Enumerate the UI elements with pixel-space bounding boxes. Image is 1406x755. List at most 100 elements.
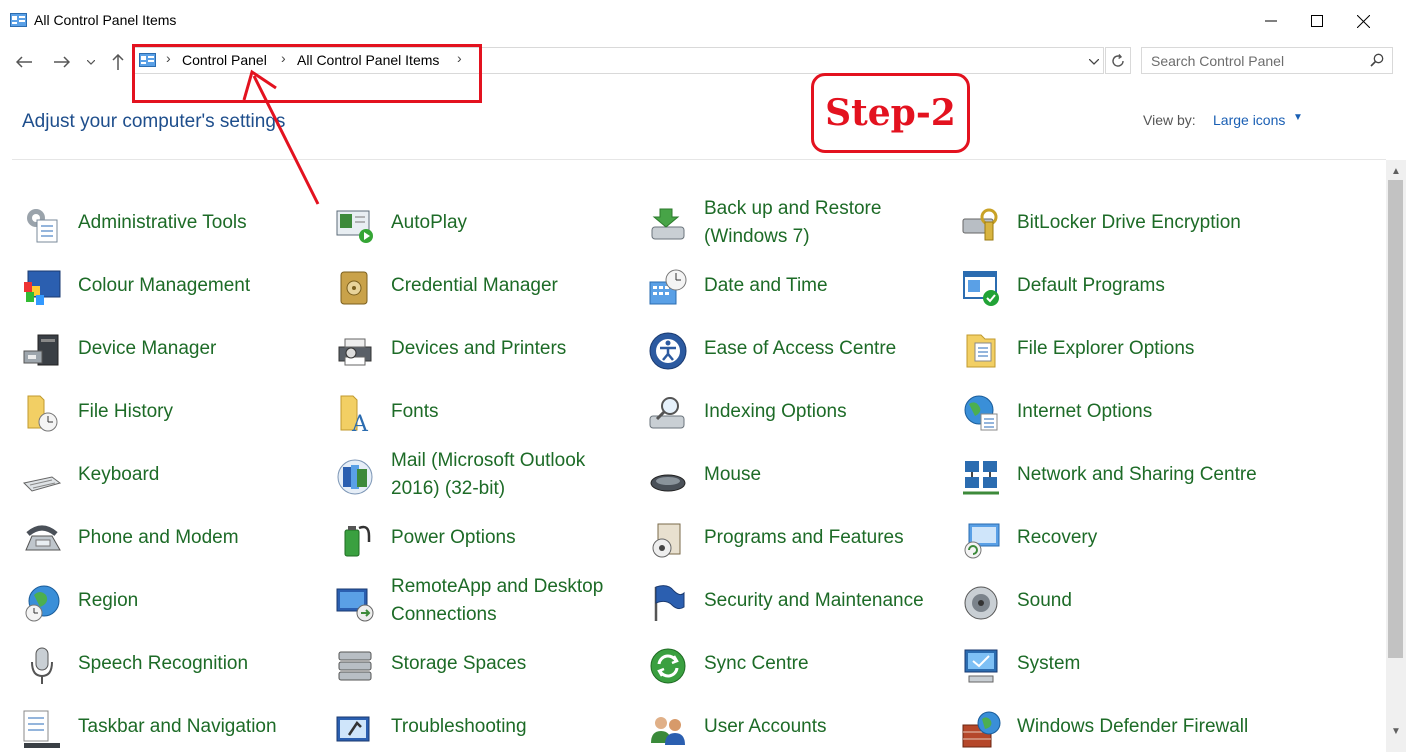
network-sharing-icon: [963, 461, 999, 495]
speech-recognition-icon: [31, 647, 53, 684]
item-sync-centre[interactable]: Sync Centre: [648, 636, 948, 692]
item-label: Recovery: [1017, 527, 1098, 548]
item-default-programs[interactable]: Default Programs: [961, 258, 1261, 314]
item-speech-recognition[interactable]: Speech Recognition: [22, 636, 322, 692]
device-manager-icon: [23, 334, 59, 366]
item-label: Windows Defender Firewall: [1017, 716, 1249, 737]
item-label: Date and Time: [704, 275, 828, 296]
item-colour-management[interactable]: Colour Management: [22, 258, 322, 314]
item-credential-manager[interactable]: Credential Manager: [335, 258, 635, 314]
up-button[interactable]: [106, 50, 130, 74]
file-history-icon: [27, 395, 58, 432]
caret-down-icon[interactable]: ▼: [1293, 112, 1303, 123]
item-remoteapp[interactable]: RemoteApp and Desktop Connections: [335, 573, 635, 629]
item-label: Network and Sharing Centre: [1017, 464, 1257, 485]
item-sound[interactable]: Sound: [961, 573, 1261, 629]
item-label: Credential Manager: [391, 275, 558, 296]
bitlocker-icon: [962, 208, 998, 241]
view-by-dropdown[interactable]: Large icons: [1213, 112, 1285, 128]
item-label: File Explorer Options: [1017, 338, 1195, 359]
item-troubleshooting[interactable]: Troubleshooting: [335, 699, 635, 755]
item-bitlocker[interactable]: BitLocker Drive Encryption: [961, 195, 1261, 251]
up-arrow-icon: [112, 54, 124, 70]
item-phone-modem[interactable]: Phone and Modem: [22, 510, 322, 566]
item-label: Device Manager: [78, 338, 217, 359]
item-label: Security and Maintenance: [704, 590, 924, 611]
file-explorer-options-icon: [966, 334, 996, 368]
phone-modem-icon: [25, 525, 61, 551]
item-mouse[interactable]: Mouse: [648, 447, 948, 503]
scrollbar-thumb[interactable]: [1388, 180, 1403, 658]
item-internet-options[interactable]: Internet Options: [961, 384, 1261, 440]
item-device-manager[interactable]: Device Manager: [22, 321, 322, 377]
svg-text:A: A: [351, 412, 369, 434]
default-programs-icon: [963, 271, 999, 306]
maximize-button[interactable]: [1294, 0, 1340, 42]
item-label: Phone and Modem: [78, 527, 239, 548]
back-button[interactable]: [12, 50, 36, 74]
minimize-button[interactable]: [1248, 0, 1294, 42]
item-label: Sync Centre: [704, 653, 809, 674]
item-autoplay[interactable]: AutoPlay: [335, 195, 635, 251]
address-dropdown-button[interactable]: [1084, 50, 1104, 74]
item-label: Keyboard: [78, 464, 160, 485]
sound-icon: [964, 586, 998, 620]
item-network-sharing[interactable]: Network and Sharing Centre: [961, 447, 1261, 503]
item-devices-printers[interactable]: Devices and Printers: [335, 321, 635, 377]
region-icon: [25, 585, 60, 622]
minimize-icon: [1265, 20, 1277, 22]
mail-icon: [337, 459, 373, 495]
item-label: Speech Recognition: [78, 653, 249, 674]
item-keyboard[interactable]: Keyboard: [22, 447, 322, 503]
firewall-icon: [962, 711, 1001, 748]
item-backup-restore[interactable]: Back up and Restore (Windows 7): [648, 195, 948, 251]
item-fonts[interactable]: A Fonts: [335, 384, 635, 440]
search-box[interactable]: [1141, 47, 1393, 74]
item-date-time[interactable]: Date and Time: [648, 258, 948, 314]
power-options-icon: [344, 525, 371, 557]
item-mail[interactable]: Mail (Microsoft Outlook 2016) (32-bit): [335, 447, 635, 503]
divider: [12, 159, 1386, 160]
item-indexing-options[interactable]: Indexing Options: [648, 384, 948, 440]
item-power-options[interactable]: Power Options: [335, 510, 635, 566]
storage-spaces-icon: [338, 651, 372, 681]
user-accounts-icon: [651, 717, 685, 745]
item-recovery[interactable]: Recovery: [961, 510, 1261, 566]
item-taskbar-navigation[interactable]: Taskbar and Navigation: [22, 699, 322, 755]
step-label: Step-2: [825, 92, 956, 134]
item-storage-spaces[interactable]: Storage Spaces: [335, 636, 635, 692]
security-maintenance-icon: [654, 585, 685, 621]
item-label: Power Options: [391, 527, 516, 548]
item-label: Sound: [1017, 590, 1072, 611]
forward-button[interactable]: [50, 50, 74, 74]
search-icon[interactable]: [1370, 53, 1384, 67]
recent-locations-button[interactable]: [80, 50, 102, 74]
ease-of-access-icon: [649, 332, 687, 370]
recovery-icon: [964, 523, 1000, 559]
scroll-down-arrow-icon[interactable]: ▼: [1386, 722, 1406, 740]
cropped-overlay-text: [335, 0, 1315, 6]
item-file-history[interactable]: File History: [22, 384, 322, 440]
item-label: Mail (Microsoft Outlook 2016) (32-bit): [391, 450, 586, 499]
scroll-up-arrow-icon[interactable]: ▲: [1386, 162, 1406, 180]
item-region[interactable]: Region: [22, 573, 322, 629]
backup-restore-icon: [651, 208, 685, 240]
sync-centre-icon: [650, 648, 686, 684]
close-button[interactable]: [1340, 0, 1386, 42]
item-label: Ease of Access Centre: [704, 338, 897, 359]
refresh-button[interactable]: [1105, 47, 1131, 74]
item-file-explorer-options[interactable]: File Explorer Options: [961, 321, 1261, 377]
search-input[interactable]: [1151, 53, 1351, 69]
item-user-accounts[interactable]: User Accounts: [648, 699, 948, 755]
item-programs-features[interactable]: Programs and Features: [648, 510, 948, 566]
close-icon: [1356, 14, 1370, 28]
item-system[interactable]: System: [961, 636, 1261, 692]
item-security-maintenance[interactable]: Security and Maintenance: [648, 573, 948, 629]
item-label: BitLocker Drive Encryption: [1017, 212, 1241, 233]
item-label: Region: [78, 590, 139, 611]
view-by-label: View by:: [1143, 112, 1196, 128]
item-windows-defender-firewall[interactable]: Windows Defender Firewall: [961, 699, 1261, 755]
control-panel-icon: [10, 13, 27, 27]
item-label: Mouse: [704, 464, 762, 485]
item-ease-of-access[interactable]: Ease of Access Centre: [648, 321, 948, 377]
